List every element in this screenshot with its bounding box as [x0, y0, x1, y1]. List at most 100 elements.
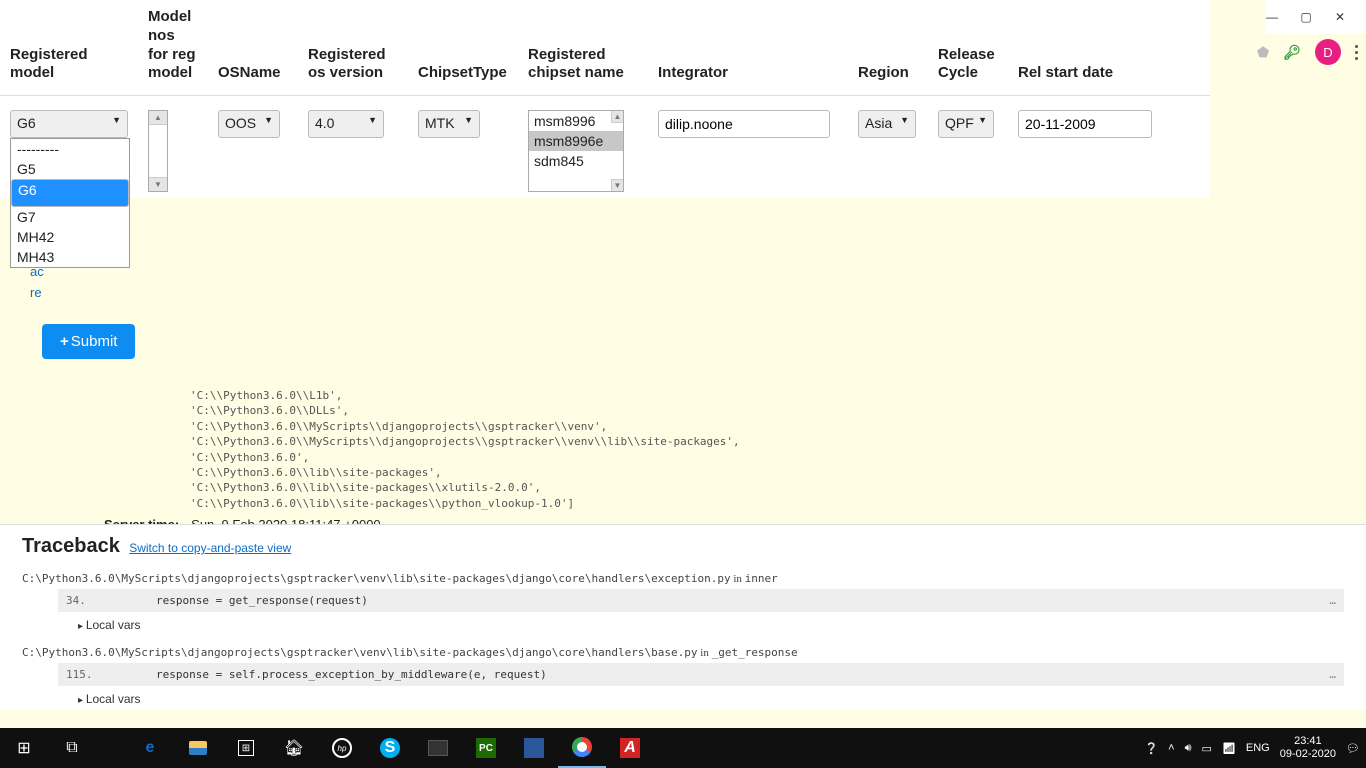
chipset-type-select[interactable]: MTK▼ [418, 110, 480, 138]
region-select[interactable]: Asia▼ [858, 110, 916, 138]
tb-lineno: 115. [66, 668, 106, 681]
th-registered-model: Registered model [0, 0, 138, 96]
submit-button[interactable]: +Submit [42, 324, 135, 359]
wifi-icon[interactable]: 📶︎ [1222, 742, 1236, 755]
registered-model-value: G6 [17, 115, 36, 131]
tb-code: response = get_response(request) [106, 594, 1329, 607]
traceback-title: Traceback [22, 535, 120, 557]
th-reg-chipset-name: Registered chipset name [518, 0, 648, 96]
skype-icon[interactable]: S [366, 728, 414, 768]
release-cycle-select[interactable]: QPF▼ [938, 110, 994, 138]
volume-icon[interactable]: 🔊︎ [1185, 742, 1192, 755]
chipset-name-multiselect[interactable]: ▲ msm8996 msm8996e sdm845 ▼ [528, 110, 624, 192]
acrobat-icon[interactable]: A [606, 728, 654, 768]
tb-frame-fn: _get_response [712, 646, 798, 659]
model-option[interactable]: --------- [11, 139, 129, 159]
scroll-down-icon[interactable]: ▼ [611, 179, 623, 191]
store-icon[interactable]: ⊞ [222, 728, 270, 768]
profile-avatar[interactable]: D [1315, 39, 1341, 65]
chipset-option-highlighted[interactable]: msm8996e [529, 131, 623, 151]
region-value: Asia [865, 115, 892, 131]
file-explorer-icon[interactable] [174, 728, 222, 768]
th-rel-start-date: Rel start date [1008, 0, 1210, 96]
th-model-nos: Model nos for reg model [138, 0, 208, 96]
tb-code-line-1[interactable]: 115. response = self.process_exception_b… [58, 663, 1344, 686]
side-link-fragment[interactable]: re [30, 283, 44, 304]
form-panel: Registered model Model nos for reg model… [0, 0, 1210, 198]
more-menu-icon[interactable] [1355, 45, 1358, 60]
minimize-icon[interactable]: — [1266, 10, 1278, 24]
side-link-fragment[interactable]: ac [30, 262, 44, 283]
osname-value: OOS [225, 115, 256, 131]
word-icon[interactable] [510, 728, 558, 768]
integrator-input[interactable] [658, 110, 830, 138]
release-cycle-value: QPF [945, 115, 974, 131]
notifications-icon[interactable]: 💬︎ [1346, 742, 1360, 755]
th-osname: OSName [208, 0, 298, 96]
th-release-cycle: Release Cycle [928, 0, 1008, 96]
traceback-section: Traceback Switch to copy-and-paste view … [0, 524, 1366, 710]
tb-more-icon[interactable]: … [1329, 668, 1336, 681]
chrome-icon[interactable] [558, 728, 606, 768]
truncated-side-links: ac re [30, 262, 44, 304]
tb-more-icon[interactable]: … [1329, 594, 1336, 607]
hp-icon[interactable]: hp [318, 728, 366, 768]
th-region: Region [848, 0, 928, 96]
tb-frame-fn: inner [745, 572, 778, 585]
taskbar-date: 09-02-2020 [1280, 748, 1336, 761]
model-nos-multiselect[interactable]: ▲ ▼ [148, 110, 168, 192]
maximize-icon[interactable]: ▢ [1300, 10, 1312, 24]
plus-icon: + [60, 333, 69, 350]
chipset-option[interactable]: msm8996 [529, 111, 623, 131]
osname-select[interactable]: OOS ▼ [218, 110, 280, 138]
window-controls: — ▢ ✕ [1266, 0, 1366, 34]
close-icon[interactable]: ✕ [1334, 10, 1346, 24]
chevron-down-icon: ▼ [464, 115, 473, 125]
scroll-up-icon[interactable]: ▲ [149, 111, 167, 125]
start-button[interactable]: ⊞ [0, 728, 48, 768]
traceback-switch-link[interactable]: Switch to copy-and-paste view [129, 541, 291, 555]
taskbar-time: 23:41 [1280, 735, 1336, 748]
model-option[interactable]: MH42 [11, 227, 129, 247]
home-icon[interactable]: 🏠︎ [270, 728, 318, 768]
scroll-down-icon[interactable]: ▼ [149, 177, 167, 191]
model-option[interactable]: G7 [11, 207, 129, 227]
registered-model-select[interactable]: G6 ▼ [10, 110, 128, 138]
tb-in-word: in [698, 647, 712, 659]
chevron-down-icon: ▼ [112, 115, 121, 125]
shield-icon[interactable]: ⬟ [1257, 44, 1269, 61]
model-option[interactable]: MH43 [11, 247, 129, 267]
task-view-icon[interactable]: ⧉ [48, 728, 96, 768]
key-icon[interactable]: 🔑︎ [1283, 44, 1301, 61]
model-option[interactable]: G5 [11, 159, 129, 179]
tb-frame-path-0: C:\Python3.6.0\MyScripts\djangoprojects\… [22, 572, 1344, 585]
tb-frame-file: C:\Python3.6.0\MyScripts\djangoprojects\… [22, 572, 731, 585]
scroll-up-icon[interactable]: ▲ [611, 111, 623, 123]
chevron-down-icon: ▼ [368, 115, 377, 125]
avatar-initial: D [1323, 45, 1332, 60]
battery-icon[interactable]: ▭ [1202, 742, 1212, 755]
taskbar-clock[interactable]: 23:41 09-02-2020 [1280, 735, 1336, 761]
tb-local-vars-0[interactable]: Local vars [78, 618, 1344, 632]
os-version-select[interactable]: 4.0▼ [308, 110, 384, 138]
tb-in-word: in [731, 573, 745, 585]
chevron-down-icon: ▼ [264, 115, 273, 125]
tray-chevron-up-icon[interactable]: ˄ [1168, 742, 1174, 754]
tb-lineno: 34. [66, 594, 106, 607]
tb-local-vars-1[interactable]: Local vars [78, 692, 1344, 706]
windows-taskbar: ⊞ ⧉ e ⊞ 🏠︎ hp S PC A ❔ ˄ 🔊︎ ▭ 📶︎ ENG 23:… [0, 728, 1366, 768]
browser-toolbar-icons: ⬟ 🔑︎ D [1257, 38, 1358, 66]
language-indicator[interactable]: ENG [1246, 742, 1270, 754]
th-chipset-type: ChipsetType [408, 0, 518, 96]
model-option-selected[interactable]: G6 [11, 179, 129, 207]
registered-model-dropdown[interactable]: --------- G5 G6 G7 MH42 MH43 [10, 138, 130, 268]
chipset-option[interactable]: sdm845 [529, 151, 623, 171]
th-reg-os-version: Registered os version [298, 0, 408, 96]
tb-frame-path-1: C:\Python3.6.0\MyScripts\djangoprojects\… [22, 646, 1344, 659]
edge-icon[interactable]: e [126, 728, 174, 768]
help-icon[interactable]: ❔ [1144, 742, 1158, 755]
rel-start-date-input[interactable] [1018, 110, 1152, 138]
terminal-icon[interactable] [414, 728, 462, 768]
pycharm-icon[interactable]: PC [462, 728, 510, 768]
tb-code-line-0[interactable]: 34. response = get_response(request) … [58, 589, 1344, 612]
